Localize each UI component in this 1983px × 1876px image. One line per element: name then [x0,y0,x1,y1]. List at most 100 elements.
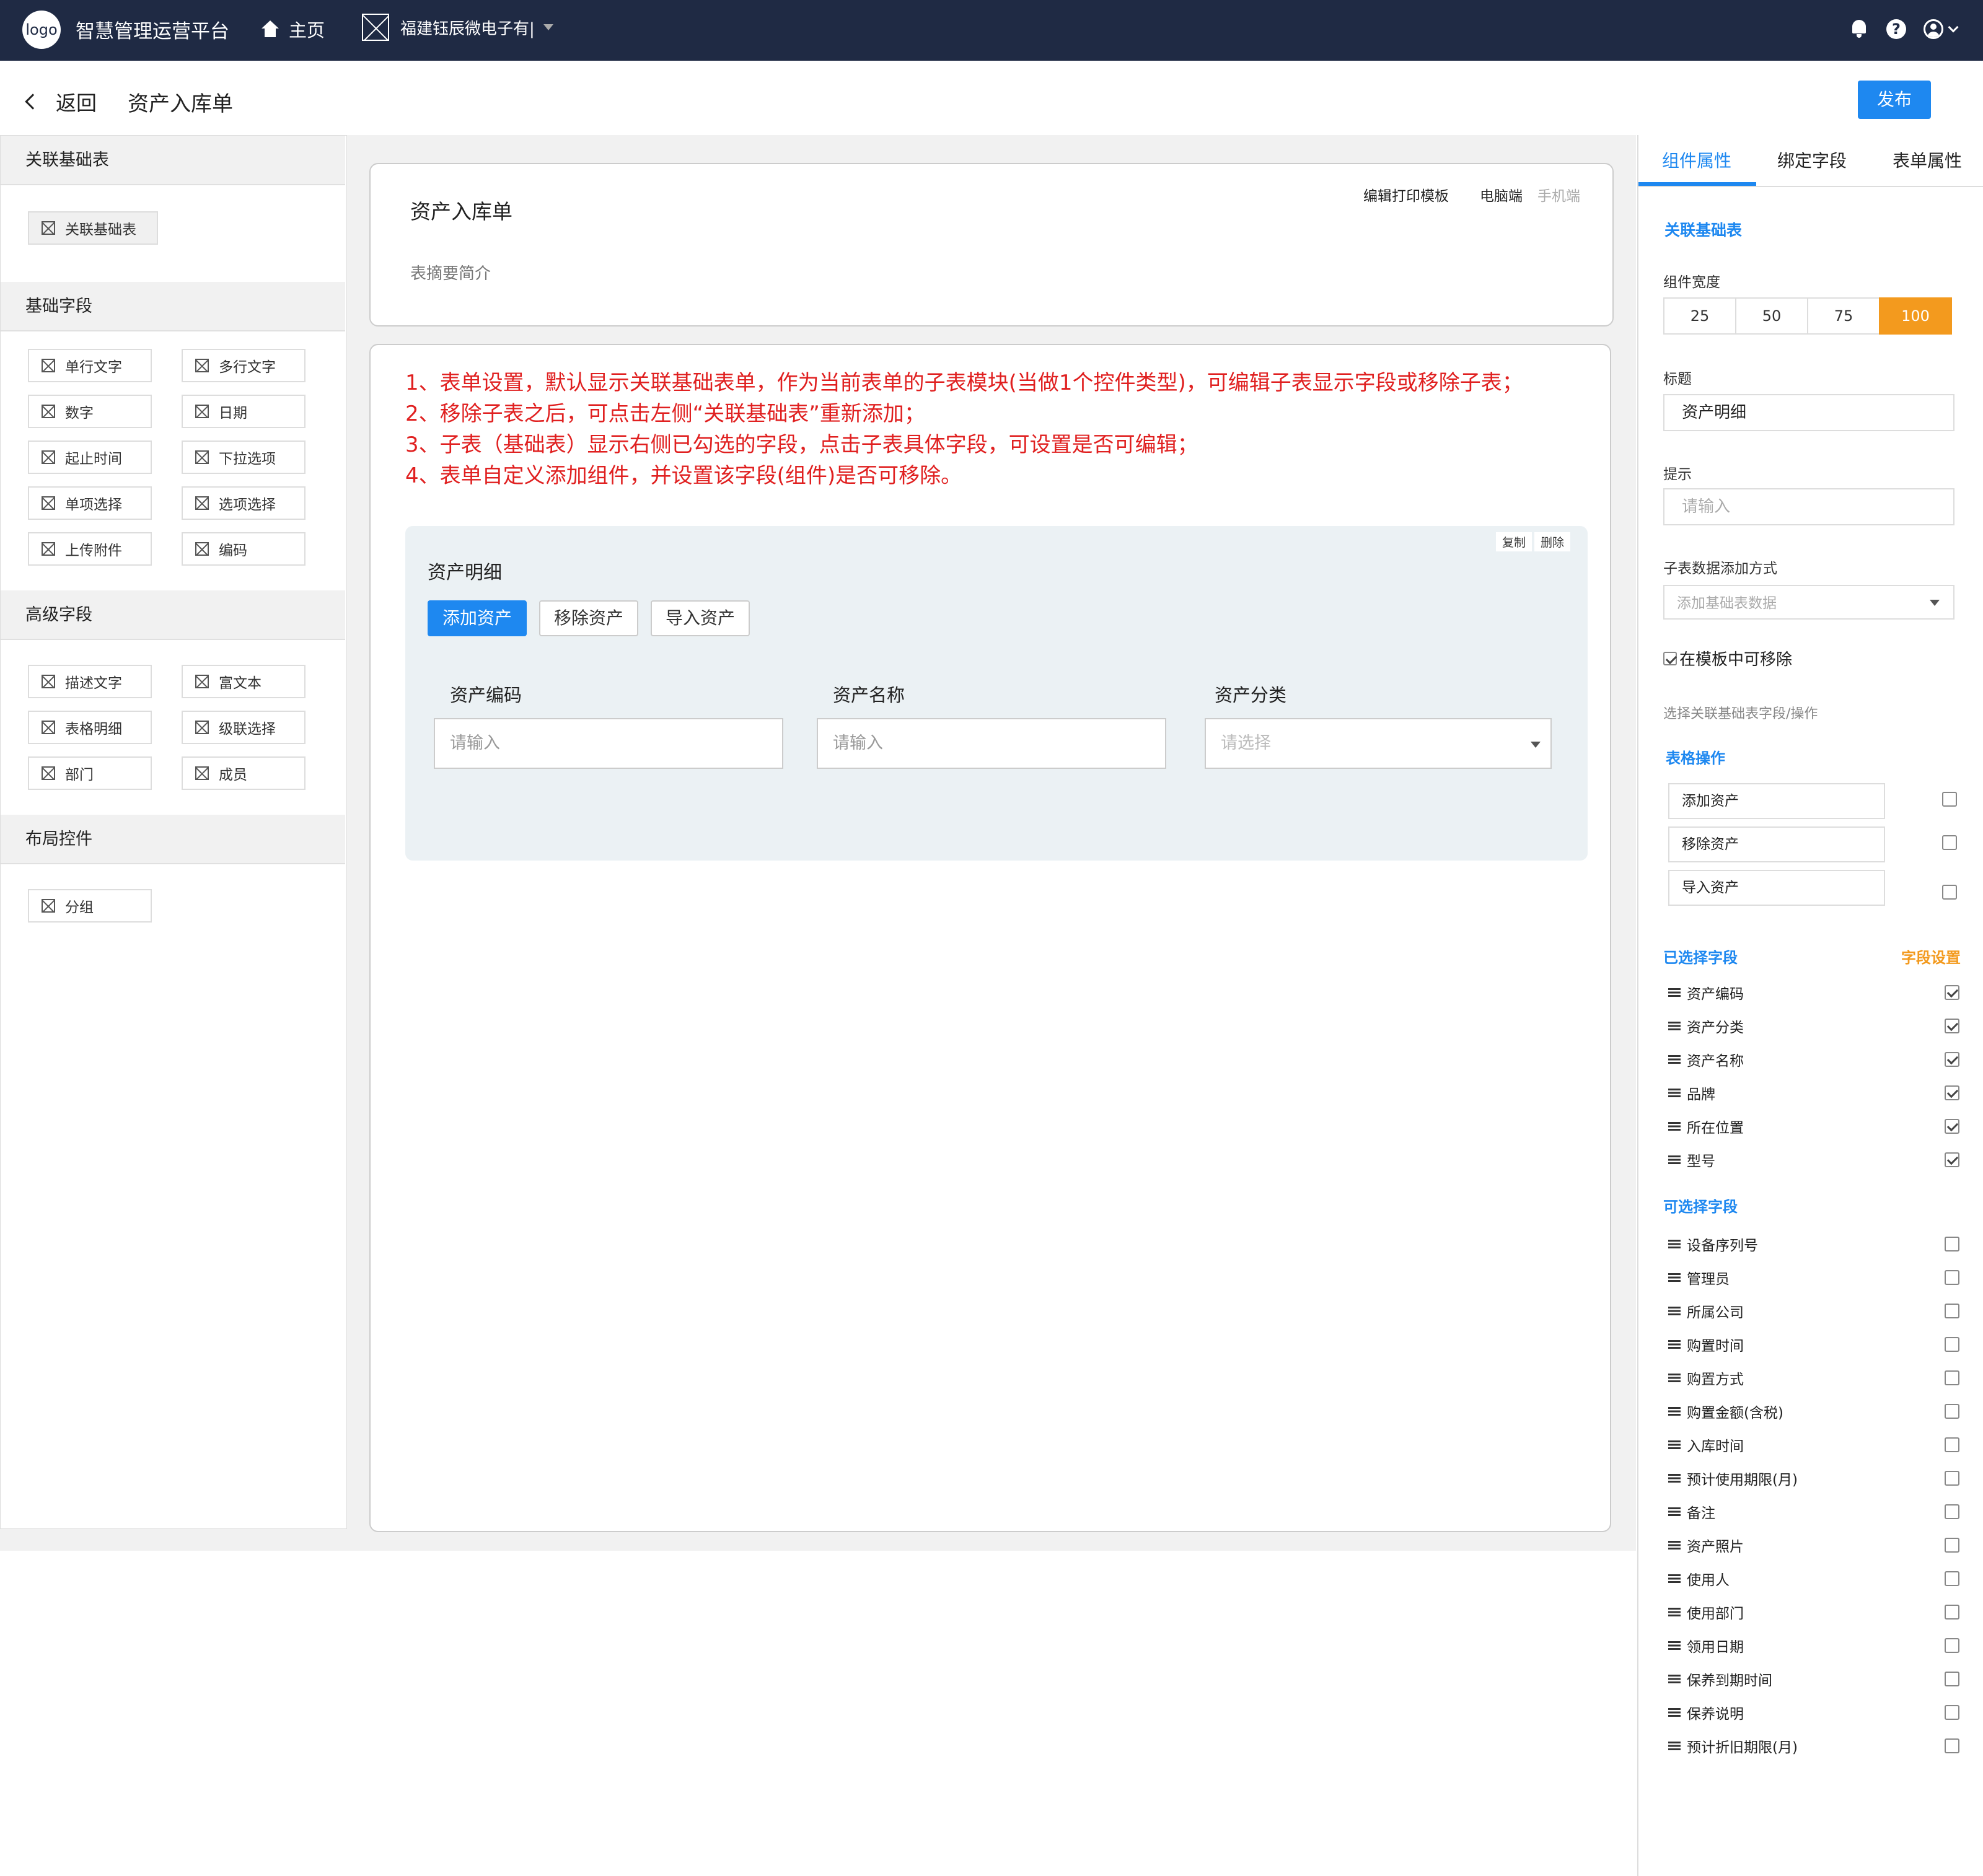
title-input[interactable]: 资产明细 [1663,394,1954,431]
checkbox[interactable] [1945,1538,1959,1553]
checkbox[interactable] [1945,1471,1959,1486]
asset-category-select[interactable]: 请选择 [1205,718,1552,769]
op-remove-asset-checkbox[interactable] [1942,835,1957,850]
checkbox[interactable] [1945,1119,1959,1134]
palette-item-single-text[interactable]: 单行文字 [28,349,152,382]
palette-item-date[interactable]: 日期 [182,395,306,428]
asset-name-input[interactable]: 请输入 [817,718,1166,769]
palette-item-multi-text[interactable]: 多行文字 [182,349,306,382]
palette-item-cascade[interactable]: 级联选择 [182,711,306,744]
palette-item-code[interactable]: 编码 [182,532,306,566]
palette-item-rich-text[interactable]: 富文本 [182,665,306,698]
user-icon[interactable] [1924,19,1943,39]
tip-input[interactable]: 请输入 [1663,488,1954,525]
available-field-row[interactable]: 保养到期时间 [1668,1667,1959,1691]
column-label-asset-code[interactable]: 资产编码 [450,681,522,707]
width-option-100[interactable]: 100 [1879,297,1952,335]
op-import-asset[interactable]: 导入资产 [1668,870,1885,906]
checkbox[interactable] [1945,1337,1959,1352]
palette-item-group[interactable]: 分组 [28,889,152,923]
removable-toggle[interactable]: 在模板中可移除 [1663,647,1792,670]
home-link[interactable]: 主页 [260,16,325,42]
field-settings-link[interactable]: 字段设置 [1901,945,1961,967]
available-field-row[interactable]: 保养说明 [1668,1700,1959,1725]
chevron-down-icon[interactable] [1948,22,1959,33]
checkbox[interactable] [1945,1370,1959,1385]
available-field-row[interactable]: 使用部门 [1668,1600,1959,1624]
tab-bind-fields[interactable]: 绑定字段 [1777,147,1847,172]
available-field-row[interactable]: 管理员 [1668,1265,1959,1290]
checkbox[interactable] [1945,1152,1959,1167]
op-import-asset-checkbox[interactable] [1942,885,1957,900]
op-add-asset[interactable]: 添加资产 [1668,783,1885,819]
selected-field-row[interactable]: 资产分类 [1668,1014,1959,1038]
selected-field-row[interactable]: 所在位置 [1668,1114,1959,1139]
available-field-row[interactable]: 使用人 [1668,1566,1959,1591]
add-asset-button[interactable]: 添加资产 [428,600,527,636]
import-asset-button[interactable]: 导入资产 [651,600,750,636]
remove-asset-button[interactable]: 移除资产 [539,600,639,636]
palette-item-date-range[interactable]: 起止时间 [28,441,152,474]
asset-code-input[interactable]: 请输入 [434,718,783,769]
form-header-card[interactable]: 资产入库单 表摘要简介 编辑打印模板 电脑端 手机端 [369,163,1614,327]
op-remove-asset[interactable]: 移除资产 [1668,826,1885,862]
palette-item-upload[interactable]: 上传附件 [28,532,152,566]
checkbox[interactable] [1945,1571,1959,1586]
available-field-row[interactable]: 预计使用期限(月) [1668,1466,1959,1491]
palette-item-department[interactable]: 部门 [28,756,152,790]
palette-item-table-detail[interactable]: 表格明细 [28,711,152,744]
checkbox[interactable] [1945,985,1959,1000]
checkbox[interactable] [1945,1638,1959,1653]
palette-item-description[interactable]: 描述文字 [28,665,152,698]
app-logo[interactable]: logo [22,11,61,49]
width-option-75[interactable]: 75 [1807,297,1880,335]
edit-print-template-link[interactable]: 编辑打印模板 [1363,184,1449,205]
palette-item-number[interactable]: 数字 [28,395,152,428]
available-field-row[interactable]: 预计折旧期限(月) [1668,1734,1959,1758]
available-field-row[interactable]: 入库时间 [1668,1432,1959,1457]
form-title[interactable]: 资产入库单 [410,195,512,225]
publish-button[interactable]: 发布 [1858,81,1931,119]
checkbox[interactable] [1945,1738,1959,1753]
checkbox[interactable] [1945,1052,1959,1067]
bell-icon[interactable] [1850,20,1868,38]
available-field-row[interactable]: 备注 [1668,1499,1959,1524]
available-field-row[interactable]: 设备序列号 [1668,1232,1959,1256]
selected-field-row[interactable]: 资产名称 [1668,1047,1959,1072]
available-field-row[interactable]: 领用日期 [1668,1633,1959,1658]
checkbox[interactable] [1945,1605,1959,1620]
back-button[interactable]: 返回 [25,87,97,116]
add-mode-select[interactable]: 添加基础表数据 [1663,585,1954,620]
checkbox[interactable] [1945,1404,1959,1419]
desktop-view-link[interactable]: 电脑端 [1480,184,1523,205]
checkbox[interactable] [1945,1705,1959,1720]
selected-field-row[interactable]: 型号 [1668,1147,1959,1172]
available-field-row[interactable]: 购置时间 [1668,1332,1959,1357]
op-add-asset-checkbox[interactable] [1942,792,1957,807]
width-option-50[interactable]: 50 [1735,297,1808,335]
form-description[interactable]: 表摘要简介 [410,261,491,284]
checkbox[interactable] [1945,1237,1959,1251]
available-field-row[interactable]: 购置方式 [1668,1365,1959,1390]
palette-item-member[interactable]: 成员 [182,756,306,790]
delete-button[interactable]: 删除 [1534,532,1570,551]
checkbox[interactable] [1663,651,1677,665]
column-label-asset-category[interactable]: 资产分类 [1215,681,1286,707]
selected-field-row[interactable]: 品牌 [1668,1080,1959,1105]
copy-button[interactable]: 复制 [1495,532,1532,551]
palette-item-dropdown[interactable]: 下拉选项 [182,441,306,474]
mobile-view-link[interactable]: 手机端 [1537,184,1580,205]
selected-field-row[interactable]: 资产编码 [1668,980,1959,1005]
checkbox[interactable] [1945,1437,1959,1452]
available-field-row[interactable]: 所属公司 [1668,1299,1959,1323]
palette-item-related-table[interactable]: 关联基础表 [28,211,158,245]
column-label-asset-name[interactable]: 资产名称 [833,681,905,707]
checkbox[interactable] [1945,1019,1959,1033]
palette-item-option-choice[interactable]: 选项选择 [182,486,306,520]
available-field-row[interactable]: 资产照片 [1668,1533,1959,1558]
checkbox[interactable] [1945,1270,1959,1285]
width-option-25[interactable]: 25 [1663,297,1736,335]
tab-component-properties[interactable]: 组件属性 [1662,147,1731,172]
company-selector[interactable]: 福建钰辰微电子有| [362,14,553,41]
available-field-row[interactable]: 购置金额(含税) [1668,1399,1959,1424]
